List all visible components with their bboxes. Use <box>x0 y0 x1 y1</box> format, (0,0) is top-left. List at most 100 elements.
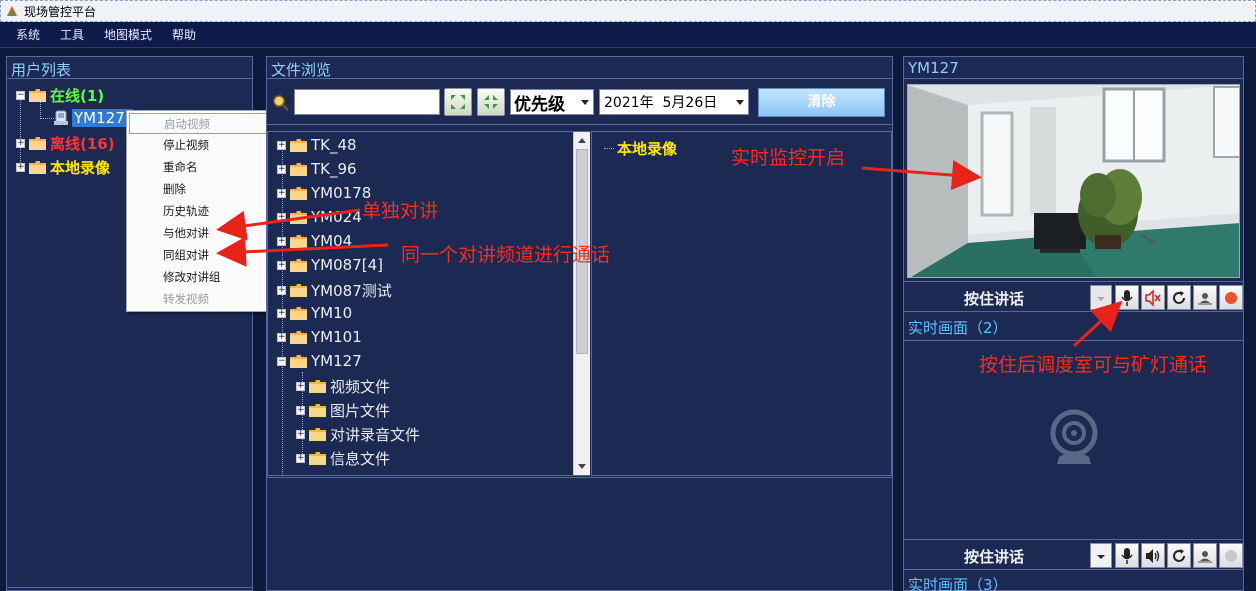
video-panel: YM127 按住讲话 实时画面（2） 按住讲话 实时画面（3） <box>903 56 1244 591</box>
refresh-icon <box>1173 290 1185 304</box>
annotation-monitor-on: 实时监控开启 <box>731 147 846 169</box>
expand-icon[interactable]: + <box>296 406 305 415</box>
tree-child[interactable]: + 信息文件 <box>296 448 390 469</box>
tree-item[interactable]: − YM127 <box>277 352 362 370</box>
expand-all-button[interactable] <box>444 88 472 116</box>
menu-bar: 系统 工具 地图模式 帮助 <box>0 22 1256 48</box>
tree-item[interactable]: + YM087[4] <box>277 256 383 274</box>
folder-icon <box>290 306 307 320</box>
expand-icon[interactable]: + <box>277 236 286 246</box>
date-picker-value: 2021年 5月26日 <box>604 95 718 111</box>
file-search-input[interactable] <box>294 89 440 115</box>
expand-icon[interactable]: + <box>277 188 286 198</box>
audio-options-dropdown[interactable] <box>1090 543 1112 568</box>
priority-select[interactable]: 优先级 <box>510 89 594 115</box>
tree-item[interactable]: + YM087测试 <box>277 280 392 301</box>
scroll-up-icon[interactable] <box>574 132 590 148</box>
date-picker[interactable]: 2021年 5月26日 <box>599 89 749 115</box>
expand-icon[interactable]: + <box>277 260 286 270</box>
menu-map-mode[interactable]: 地图模式 <box>104 26 152 43</box>
push-to-talk-label[interactable]: 按住讲话 <box>964 546 1024 567</box>
file-tree-scrollbar[interactable] <box>573 132 590 475</box>
tree-child[interactable]: + 图片文件 <box>296 400 390 421</box>
tree-item-label: YM087[4] <box>311 256 383 274</box>
video-device-title: YM127 <box>904 57 1243 79</box>
scroll-down-icon[interactable] <box>574 458 590 474</box>
menu-rename[interactable]: 重命名 <box>129 157 272 178</box>
menu-help[interactable]: 帮助 <box>172 26 196 43</box>
microphone-button[interactable] <box>1115 543 1139 568</box>
tree-item[interactable]: + TK_96 <box>277 160 357 178</box>
menu-talk-individual[interactable]: 与他对讲 <box>129 223 272 244</box>
tree-child[interactable]: + 视频文件 <box>296 376 390 397</box>
menu-delete[interactable]: 删除 <box>129 179 272 200</box>
offline-group-label: 离线(16) <box>50 135 115 153</box>
speaker-icon <box>1146 548 1160 563</box>
folder-icon <box>29 89 46 102</box>
menu-talk-group[interactable]: 同组对讲 <box>129 245 272 266</box>
menu-edit-talk-group[interactable]: 修改对讲组 <box>129 267 272 288</box>
tree-item-label: TK_48 <box>311 136 357 154</box>
expand-arrows-icon <box>451 95 465 109</box>
tree-group-online[interactable]: − 在线(1) <box>16 85 104 106</box>
expand-icon[interactable]: + <box>277 212 286 222</box>
refresh-icon <box>1173 548 1185 562</box>
expand-icon[interactable]: + <box>277 308 286 318</box>
local-recording-node[interactable]: 本地录像 <box>604 138 677 159</box>
folder-icon <box>29 161 46 174</box>
clear-button[interactable]: 清除 <box>758 88 885 117</box>
menu-history-track[interactable]: 历史轨迹 <box>129 201 272 222</box>
snapshot-button[interactable] <box>1193 543 1217 568</box>
refresh-button[interactable] <box>1167 285 1191 310</box>
tree-user-ym127[interactable]: YM127( <box>53 109 133 127</box>
speaker-mute-button[interactable] <box>1141 285 1165 310</box>
app-window: 现场管控平台 系统 工具 地图模式 帮助 用户列表 − 在线(1) YM127(… <box>0 0 1256 591</box>
folder-icon <box>290 258 307 272</box>
collapse-icon[interactable]: − <box>16 91 25 100</box>
annotation-group-talk: 同一个对讲频道进行通话 <box>401 244 611 266</box>
tree-child[interactable]: + 对讲录音文件 <box>296 424 420 445</box>
expand-icon[interactable]: + <box>16 163 25 172</box>
tree-item[interactable]: + YM024 <box>277 208 362 226</box>
expand-icon[interactable]: + <box>277 286 286 295</box>
tree-child-label: 对讲录音文件 <box>330 426 421 444</box>
expand-icon[interactable]: + <box>296 454 305 463</box>
collapse-icon[interactable]: − <box>277 356 286 366</box>
tree-group-offline[interactable]: + 离线(16) <box>16 133 115 154</box>
microphone-icon <box>1121 547 1133 564</box>
push-to-talk-label[interactable]: 按住讲话 <box>964 288 1024 309</box>
record-icon <box>1225 291 1237 304</box>
menu-system[interactable]: 系统 <box>16 26 40 43</box>
snapshot-button[interactable] <box>1193 285 1217 310</box>
folder-icon <box>309 380 326 393</box>
microphone-button[interactable] <box>1115 285 1139 310</box>
menu-forward-video[interactable]: 转发视频 <box>129 289 272 310</box>
tree-item[interactable]: + YM10 <box>277 304 352 322</box>
folder-icon <box>309 404 326 417</box>
expand-icon[interactable]: + <box>277 332 286 342</box>
tree-item[interactable]: + TK_48 <box>277 136 357 154</box>
expand-icon[interactable]: + <box>296 382 305 391</box>
collapse-all-button[interactable] <box>477 88 505 116</box>
tree-item[interactable]: + YM04 <box>277 232 352 250</box>
tree-item[interactable]: + YM101 <box>277 328 362 346</box>
record-button[interactable] <box>1219 285 1243 310</box>
expand-icon[interactable]: + <box>277 164 286 174</box>
menu-stop-video[interactable]: 停止视频 <box>129 135 272 156</box>
audio-options-dropdown[interactable] <box>1090 285 1112 310</box>
expand-icon[interactable]: + <box>277 140 286 150</box>
speaker-button[interactable] <box>1141 543 1165 568</box>
record-button[interactable] <box>1219 543 1243 568</box>
file-browse-panel: 文件浏览 优先级 2021年 5月26日 清除 + TK_48 + TK_96 … <box>266 56 893 591</box>
live-video-1[interactable] <box>907 84 1240 278</box>
tree-group-local-recording[interactable]: + 本地录像 <box>16 157 110 178</box>
folder-icon <box>290 186 307 200</box>
tree-item[interactable]: + YM0178 <box>277 184 371 202</box>
expand-icon[interactable]: + <box>16 139 25 148</box>
expand-icon[interactable]: + <box>296 430 305 439</box>
chevron-down-icon <box>736 100 744 105</box>
user-context-menu: 启动视频 停止视频 重命名 删除 历史轨迹 与他对讲 同组对讲 修改对讲组 转发… <box>126 110 275 312</box>
menu-start-video[interactable]: 启动视频 <box>129 113 272 134</box>
refresh-button[interactable] <box>1167 543 1191 568</box>
menu-tools[interactable]: 工具 <box>60 26 84 43</box>
